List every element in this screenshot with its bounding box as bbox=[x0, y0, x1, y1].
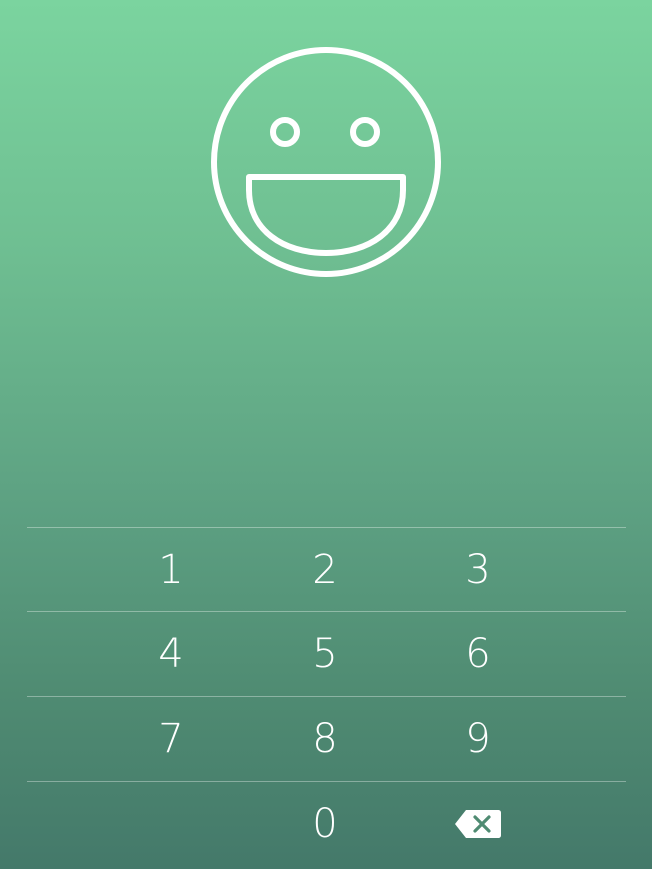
keypad-row-1: 1 2 3 bbox=[27, 528, 626, 612]
key-label: 2 bbox=[312, 547, 338, 593]
key-1[interactable]: 1 bbox=[111, 528, 231, 612]
keypad-row-4: 0 bbox=[27, 782, 626, 866]
left-eye-icon bbox=[270, 117, 300, 147]
key-3[interactable]: 3 bbox=[418, 528, 538, 612]
key-label: 8 bbox=[312, 716, 338, 762]
mouth-icon bbox=[246, 174, 406, 256]
keypad-row-2: 4 5 6 bbox=[27, 612, 626, 696]
key-8[interactable]: 8 bbox=[265, 697, 385, 781]
key-5[interactable]: 5 bbox=[265, 612, 385, 696]
key-9[interactable]: 9 bbox=[418, 697, 538, 781]
key-label: 0 bbox=[312, 801, 338, 847]
smiley-face-icon bbox=[211, 47, 441, 277]
key-label: 1 bbox=[158, 547, 184, 593]
right-eye-icon bbox=[350, 117, 380, 147]
key-label: 4 bbox=[158, 631, 184, 677]
key-6[interactable]: 6 bbox=[418, 612, 538, 696]
key-label: 5 bbox=[312, 631, 338, 677]
key-label: 6 bbox=[465, 631, 491, 677]
keypad-row-3: 7 8 9 bbox=[27, 697, 626, 781]
key-4[interactable]: 4 bbox=[111, 612, 231, 696]
key-2[interactable]: 2 bbox=[265, 528, 385, 612]
passcode-screen: 1 2 3 4 5 6 7 8 9 0 bbox=[0, 0, 652, 869]
backspace-button[interactable] bbox=[418, 782, 538, 866]
key-label: 7 bbox=[158, 716, 184, 762]
key-7[interactable]: 7 bbox=[111, 697, 231, 781]
key-label: 3 bbox=[465, 547, 491, 593]
numeric-keypad: 1 2 3 4 5 6 7 8 9 0 bbox=[27, 527, 626, 869]
key-0[interactable]: 0 bbox=[265, 782, 385, 866]
key-label: 9 bbox=[465, 716, 491, 762]
backspace-icon bbox=[455, 810, 501, 838]
